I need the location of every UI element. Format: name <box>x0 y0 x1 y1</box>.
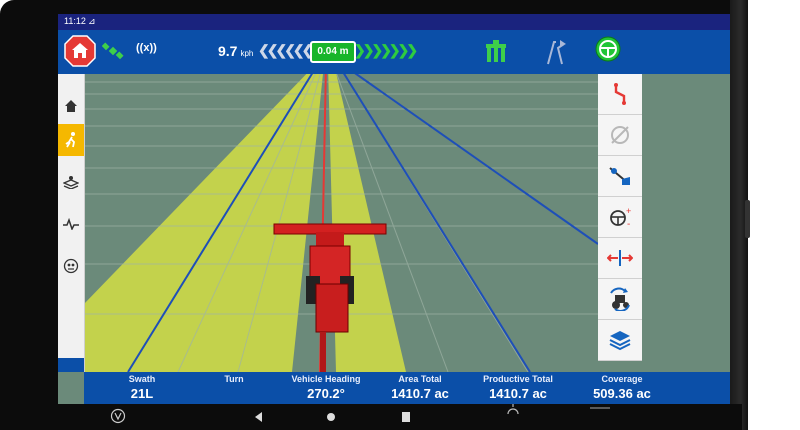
stat-coverage[interactable]: Coverage 509.36 ac <box>580 374 664 401</box>
stat-label: Coverage <box>601 374 643 384</box>
stat-label: Area Total <box>398 374 442 384</box>
stat-value: 509.36 ac <box>593 386 651 401</box>
speed-unit: kph <box>240 49 254 58</box>
nav-status-icon: ⊿ <box>88 16 96 26</box>
stat-label: Turn <box>224 374 244 384</box>
back-icon[interactable] <box>255 412 263 422</box>
steering-disabled-icon <box>611 126 629 144</box>
nudge-arrows-icon <box>607 250 633 266</box>
stat-value: 1410.7 ac <box>391 386 449 401</box>
home-stop-button[interactable] <box>64 35 96 67</box>
implement-icon[interactable] <box>484 38 508 66</box>
brightness-icon[interactable] <box>506 404 520 414</box>
right-btn-steering-adjust[interactable]: + - <box>598 197 642 238</box>
left-item-diagnostics[interactable] <box>58 208 84 240</box>
stat-label: Vehicle Heading <box>291 374 361 384</box>
screen: 11:12 ⊿ ((x)) 9.7 kph ❮❮❮❮❮❮❮ 0.04 m ❯❯❯❯… <box>58 14 730 404</box>
stat-value: 21L <box>130 386 154 401</box>
brand-logo-icon <box>110 408 126 424</box>
svg-text:-: - <box>627 219 630 228</box>
stat-label: Productive Total <box>483 374 553 384</box>
settings-icon[interactable] <box>590 404 610 412</box>
map-marker-flag-icon <box>609 167 630 185</box>
home-icon <box>65 100 77 112</box>
left-item-run[interactable] <box>58 124 84 156</box>
offset-right-chevrons: ❯❯❯❯❯❯❯ <box>354 42 418 58</box>
recents-icon[interactable] <box>402 412 410 422</box>
left-toolbar <box>58 74 85 372</box>
status-bar: 11:12 ⊿ <box>58 14 730 30</box>
right-btn-nudge[interactable] <box>598 238 642 279</box>
stat-turn[interactable]: Turn <box>208 374 260 386</box>
cross-track-offset: 0.04 m <box>310 41 356 63</box>
top-bar: ((x)) 9.7 kph ❮❮❮❮❮❮❮ 0.04 m ❯❯❯❯❯❯❯ <box>58 30 730 74</box>
left-item-gauge[interactable] <box>58 250 84 282</box>
guidance-mode-icon[interactable] <box>544 38 568 66</box>
right-btn-steering-disabled[interactable] <box>598 115 642 156</box>
svg-text:+: + <box>626 206 631 216</box>
right-btn-path[interactable] <box>598 74 642 115</box>
satellite-icon[interactable] <box>101 40 124 62</box>
bottom-info-bar: Swath 21L Turn Vehicle Heading 270.2° Ar… <box>84 372 730 404</box>
clock: 11:12 <box>64 16 86 26</box>
left-item-home[interactable] <box>58 90 84 122</box>
stat-swath[interactable]: Swath 21L <box>116 374 168 401</box>
right-btn-map-flag[interactable] <box>598 156 642 197</box>
stat-value: 1410.7 ac <box>489 386 547 401</box>
gauge-icon <box>63 258 79 274</box>
pulse-icon <box>63 218 79 230</box>
radio-signal-icon[interactable]: ((x)) <box>136 42 157 54</box>
run-icon <box>65 132 75 148</box>
left-panel-footer-icon[interactable] <box>58 358 84 372</box>
tractor-rotate-icon <box>610 287 630 311</box>
speed-readout: 9.7 kph <box>218 43 253 59</box>
steering-wheel-icon[interactable] <box>594 35 622 63</box>
stat-vehicle-heading[interactable]: Vehicle Heading 270.2° <box>276 374 376 401</box>
speed-value: 9.7 <box>218 43 238 59</box>
left-item-layers[interactable] <box>58 166 84 198</box>
stat-value: 270.2° <box>307 386 345 401</box>
stat-label: Swath <box>128 374 156 384</box>
stat-area-total[interactable]: Area Total 1410.7 ac <box>380 374 460 401</box>
right-btn-layers[interactable] <box>598 320 642 361</box>
path-icon <box>614 83 626 105</box>
layers-icon <box>63 176 79 189</box>
stat-productive-total[interactable]: Productive Total 1410.7 ac <box>470 374 566 401</box>
power-button[interactable] <box>745 200 750 238</box>
layers-stack-icon <box>609 331 631 351</box>
right-toolbar: + - <box>598 74 730 386</box>
right-btn-tractor-rotate[interactable] <box>598 279 642 320</box>
home-nav-icon[interactable] <box>326 412 336 422</box>
steering-wheel-adjust-icon: +- <box>610 206 631 228</box>
system-nav-bar <box>0 404 742 430</box>
